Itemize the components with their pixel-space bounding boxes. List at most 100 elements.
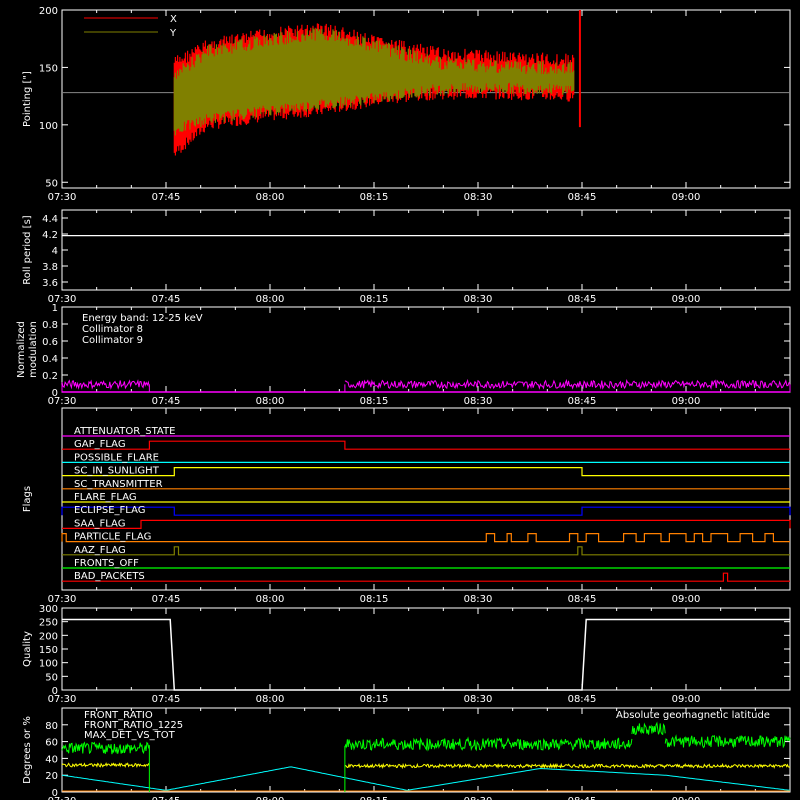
ratios-series-front_ratio [61, 741, 150, 755]
chart-svg: 07:30 07:45 08:00 08:15 08:30 08:45 09:0050100… [16, 6, 791, 800]
flags-xtick-label: 07:45 [152, 594, 181, 605]
ratios-ylabel: Degrees or % [22, 716, 33, 784]
flag-line-bad_packets [62, 572, 790, 582]
modulation-ytick-label: 0 [52, 388, 58, 399]
quality-ytick-label: 150 [39, 645, 58, 656]
quality-ytick-label: 0 [52, 686, 58, 697]
pointing-legend-label: X [170, 14, 177, 25]
pointing-xtick-label: 07:30 [48, 192, 77, 203]
pointing-xtick-label: 08:15 [360, 192, 389, 203]
pointing-ytick-label: 50 [45, 178, 58, 189]
flag-line-particle_flag [61, 533, 790, 543]
flag-line-gap_flag [62, 440, 790, 450]
flag-label: FRONTS_OFF [74, 558, 139, 569]
flags-xtick-label: 08:45 [568, 594, 597, 605]
pointing-xtick-label: 08:45 [568, 192, 597, 203]
flag-label: ECLIPSE_FLAG [74, 505, 145, 516]
flag-line-aaz_flag [62, 546, 790, 556]
quality-ylabel: Quality [22, 631, 33, 667]
roll-xtick-label: 08:45 [568, 294, 597, 305]
flag-line-sc_in_sunlight [62, 467, 790, 477]
quality-xtick-label: 08:30 [464, 694, 493, 705]
ratios-ytick-label: 60 [45, 738, 58, 749]
ratios-series-front_ratio [344, 736, 633, 752]
modulation-xtick-label: 08:30 [464, 396, 493, 407]
pointing-legend-label: Y [169, 28, 177, 39]
flags-ylabel: Flags [22, 486, 33, 512]
ratios-xtick-label: 08:30 [464, 796, 493, 800]
ratios-ytick-label: 20 [45, 771, 58, 782]
quality-series [62, 618, 790, 691]
quality-xtick-label: 07:45 [152, 694, 181, 705]
modulation-xtick-label: 08:45 [568, 396, 597, 407]
flag-label: SC_TRANSMITTER [74, 479, 163, 490]
roll-xtick-label: 08:15 [360, 294, 389, 305]
modulation-ylabel: modulation [28, 321, 39, 378]
ratios-series-front_ratio [631, 721, 666, 736]
modulation-ytick-label: 0.2 [42, 371, 58, 382]
flag-label: PARTICLE_FLAG [74, 532, 151, 543]
modulation-legend-label: Collimator 8 [82, 324, 143, 335]
quality-xtick-label: 08:15 [360, 694, 389, 705]
quality-xtick-label: 08:00 [256, 694, 285, 705]
flags-xtick-label: 08:30 [464, 594, 493, 605]
roll-ytick-label: 3.6 [42, 278, 58, 289]
pointing-xtick-label: 08:00 [256, 192, 285, 203]
modulation-ytick-label: 0.8 [42, 320, 58, 331]
ratios-xtick-label: 08:00 [256, 796, 285, 800]
flag-label: SAA_FLAG [74, 518, 125, 529]
ratios-legend-label: MAX_DET_VS_TOT [84, 730, 176, 741]
modulation-ytick-label: 1 [52, 303, 58, 314]
modulation-legend-label: Energy band: 12-25 keV [82, 313, 203, 324]
roll-ytick-label: 3.8 [42, 262, 58, 273]
pointing-ylabel: Pointing ["] [22, 71, 33, 127]
roll-xtick-label: 08:00 [256, 294, 285, 305]
pointing-ytick-label: 150 [39, 63, 58, 74]
ratios-series-front_ratio [664, 734, 791, 749]
ratios-xtick-label: 07:45 [152, 796, 181, 800]
modulation-legend-label: Collimator 9 [82, 335, 143, 346]
modulation-xtick-label: 09:00 [672, 396, 701, 407]
modulation-series-segment [61, 379, 150, 390]
modulation-ytick-label: 0.4 [42, 354, 58, 365]
quality-ytick-label: 100 [39, 659, 58, 670]
quality-ytick-label: 250 [39, 618, 58, 629]
ratios-series-max_det_vs_tot [344, 762, 791, 770]
roll-ytick-label: 4.4 [42, 214, 58, 225]
quality-xtick-label: 08:45 [568, 694, 597, 705]
roll-frame [61, 209, 791, 291]
flag-label: ATTENUATOR_STATE [74, 426, 175, 437]
flag-label: FLARE_FLAG [74, 492, 137, 503]
quality-xtick-label: 09:00 [672, 694, 701, 705]
flags-xtick-label: 09:00 [672, 594, 701, 605]
modulation-ytick-label: 0.6 [42, 337, 58, 348]
modulation-xtick-label: 08:00 [256, 396, 285, 407]
roll-ytick-label: 4.2 [42, 230, 58, 241]
roll-ytick-label: 4 [52, 246, 58, 257]
ratios-series-latitude [61, 766, 791, 791]
ratios-ytick-label: 80 [45, 721, 58, 732]
ratios-ytick-label: 40 [45, 754, 58, 765]
chart-figure: 07:30 07:45 08:00 08:15 08:30 08:45 09:00 50 100… [0, 0, 800, 800]
flag-label: BAD_PACKETS [74, 571, 145, 582]
flag-label: GAP_FLAG [74, 439, 126, 450]
pointing-xtick-label: 09:00 [672, 192, 701, 203]
ratios-xtick-label: 08:45 [568, 796, 597, 800]
ratios-legend-latitude: Absolute geomagnetic latitude [616, 710, 770, 721]
flags-xtick-label: 08:00 [256, 594, 285, 605]
flag-label: POSSIBLE_FLARE [74, 452, 159, 463]
modulation-series-segment [344, 378, 791, 390]
ratios-ytick-label: 0 [52, 788, 58, 799]
roll-xtick-label: 07:45 [152, 294, 181, 305]
ratios-xtick-label: 09:00 [672, 796, 701, 800]
modulation-xtick-label: 08:15 [360, 396, 389, 407]
quality-ytick-label: 300 [39, 604, 58, 615]
flag-label: AAZ_FLAG [74, 545, 126, 556]
modulation-xtick-label: 07:45 [152, 396, 181, 407]
ratios-series-max_det_vs_tot [61, 762, 150, 768]
pointing-ytick-label: 100 [39, 121, 58, 132]
pointing-ytick-label: 200 [39, 6, 58, 17]
flag-label: SC_IN_SUNLIGHT [74, 466, 160, 477]
roll-ylabel: Roll period [s] [22, 215, 33, 284]
roll-xtick-label: 09:00 [672, 294, 701, 305]
